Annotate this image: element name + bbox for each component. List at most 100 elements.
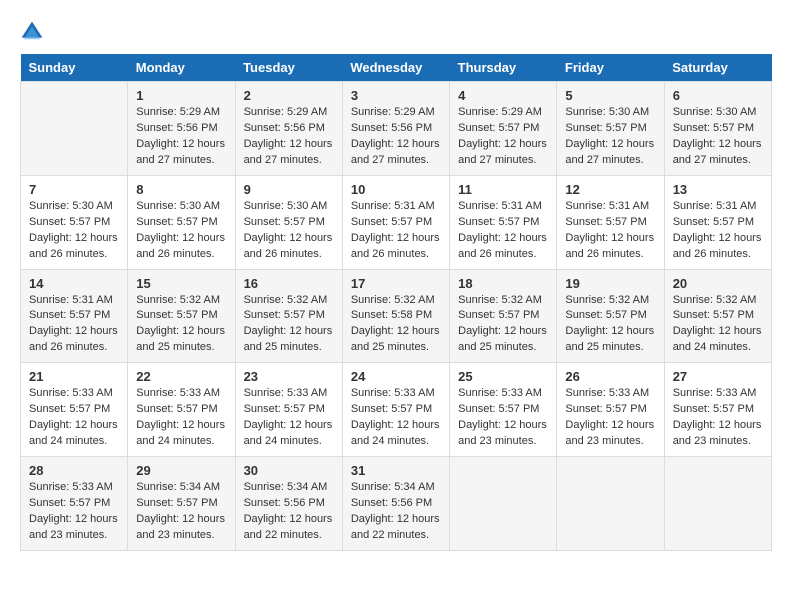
day-number: 4 bbox=[458, 88, 548, 103]
day-number: 15 bbox=[136, 276, 226, 291]
day-content: Sunrise: 5:34 AM Sunset: 5:57 PM Dayligh… bbox=[136, 480, 226, 544]
day-content: Sunrise: 5:33 AM Sunset: 5:57 PM Dayligh… bbox=[565, 386, 655, 450]
day-content: Sunrise: 5:33 AM Sunset: 5:57 PM Dayligh… bbox=[29, 480, 119, 544]
header-cell-wednesday: Wednesday bbox=[342, 54, 449, 82]
day-content: Sunrise: 5:30 AM Sunset: 5:57 PM Dayligh… bbox=[565, 105, 655, 169]
day-content: Sunrise: 5:31 AM Sunset: 5:57 PM Dayligh… bbox=[458, 199, 548, 263]
day-content: Sunrise: 5:32 AM Sunset: 5:57 PM Dayligh… bbox=[136, 293, 226, 357]
day-cell: 25 Sunrise: 5:33 AM Sunset: 5:57 PM Dayli… bbox=[450, 363, 557, 457]
day-content: Sunrise: 5:33 AM Sunset: 5:57 PM Dayligh… bbox=[351, 386, 441, 450]
day-content: Sunrise: 5:31 AM Sunset: 5:57 PM Dayligh… bbox=[673, 199, 763, 263]
day-cell: 19 Sunrise: 5:32 AM Sunset: 5:57 PM Dayli… bbox=[557, 269, 664, 363]
day-content: Sunrise: 5:29 AM Sunset: 5:56 PM Dayligh… bbox=[351, 105, 441, 169]
day-number: 12 bbox=[565, 182, 655, 197]
day-content: Sunrise: 5:30 AM Sunset: 5:57 PM Dayligh… bbox=[673, 105, 763, 169]
header-row: SundayMondayTuesdayWednesdayThursdayFrid… bbox=[21, 54, 772, 82]
day-number: 24 bbox=[351, 369, 441, 384]
day-content: Sunrise: 5:32 AM Sunset: 5:58 PM Dayligh… bbox=[351, 293, 441, 357]
day-cell: 5 Sunrise: 5:30 AM Sunset: 5:57 PM Daylig… bbox=[557, 82, 664, 176]
day-content: Sunrise: 5:29 AM Sunset: 5:56 PM Dayligh… bbox=[244, 105, 334, 169]
week-row: 28 Sunrise: 5:33 AM Sunset: 5:57 PM Dayli… bbox=[21, 457, 772, 551]
day-cell: 8 Sunrise: 5:30 AM Sunset: 5:57 PM Daylig… bbox=[128, 175, 235, 269]
day-number: 22 bbox=[136, 369, 226, 384]
day-cell: 9 Sunrise: 5:30 AM Sunset: 5:57 PM Daylig… bbox=[235, 175, 342, 269]
day-cell: 2 Sunrise: 5:29 AM Sunset: 5:56 PM Daylig… bbox=[235, 82, 342, 176]
day-cell: 27 Sunrise: 5:33 AM Sunset: 5:57 PM Dayli… bbox=[664, 363, 771, 457]
header-cell-saturday: Saturday bbox=[664, 54, 771, 82]
day-cell: 10Sunrise: 5:31 AM Sunset: 5:57 PM Dayli… bbox=[342, 175, 449, 269]
day-number: 3 bbox=[351, 88, 441, 103]
day-cell: 28 Sunrise: 5:33 AM Sunset: 5:57 PM Dayli… bbox=[21, 457, 128, 551]
day-number: 11 bbox=[458, 182, 548, 197]
week-row: 21 Sunrise: 5:33 AM Sunset: 5:57 PM Dayli… bbox=[21, 363, 772, 457]
day-cell: 17 Sunrise: 5:32 AM Sunset: 5:58 PM Dayli… bbox=[342, 269, 449, 363]
day-content: Sunrise: 5:32 AM Sunset: 5:57 PM Dayligh… bbox=[458, 293, 548, 357]
day-cell bbox=[664, 457, 771, 551]
week-row: 7Sunrise: 5:30 AM Sunset: 5:57 PM Daylig… bbox=[21, 175, 772, 269]
day-number: 19 bbox=[565, 276, 655, 291]
day-content: Sunrise: 5:34 AM Sunset: 5:56 PM Dayligh… bbox=[351, 480, 441, 544]
day-number: 29 bbox=[136, 463, 226, 478]
day-number: 21 bbox=[29, 369, 119, 384]
week-row: 14 Sunrise: 5:31 AM Sunset: 5:57 PM Dayli… bbox=[21, 269, 772, 363]
day-content: Sunrise: 5:33 AM Sunset: 5:57 PM Dayligh… bbox=[244, 386, 334, 450]
day-cell: 23 Sunrise: 5:33 AM Sunset: 5:57 PM Dayli… bbox=[235, 363, 342, 457]
day-number: 28 bbox=[29, 463, 119, 478]
day-content: Sunrise: 5:30 AM Sunset: 5:57 PM Dayligh… bbox=[29, 199, 119, 263]
day-cell: 14 Sunrise: 5:31 AM Sunset: 5:57 PM Dayli… bbox=[21, 269, 128, 363]
logo bbox=[20, 20, 48, 44]
day-number: 14 bbox=[29, 276, 119, 291]
day-cell: 18Sunrise: 5:32 AM Sunset: 5:57 PM Dayli… bbox=[450, 269, 557, 363]
day-number: 6 bbox=[673, 88, 763, 103]
day-content: Sunrise: 5:33 AM Sunset: 5:57 PM Dayligh… bbox=[673, 386, 763, 450]
day-number: 5 bbox=[565, 88, 655, 103]
day-cell: 12Sunrise: 5:31 AM Sunset: 5:57 PM Dayli… bbox=[557, 175, 664, 269]
day-number: 8 bbox=[136, 182, 226, 197]
day-content: Sunrise: 5:33 AM Sunset: 5:57 PM Dayligh… bbox=[29, 386, 119, 450]
day-content: Sunrise: 5:32 AM Sunset: 5:57 PM Dayligh… bbox=[673, 293, 763, 357]
day-cell: 26Sunrise: 5:33 AM Sunset: 5:57 PM Dayli… bbox=[557, 363, 664, 457]
day-cell: 6 Sunrise: 5:30 AM Sunset: 5:57 PM Daylig… bbox=[664, 82, 771, 176]
day-content: Sunrise: 5:34 AM Sunset: 5:56 PM Dayligh… bbox=[244, 480, 334, 544]
day-content: Sunrise: 5:32 AM Sunset: 5:57 PM Dayligh… bbox=[565, 293, 655, 357]
logo-icon bbox=[20, 20, 44, 44]
header bbox=[20, 20, 772, 44]
day-content: Sunrise: 5:30 AM Sunset: 5:57 PM Dayligh… bbox=[244, 199, 334, 263]
calendar-table: SundayMondayTuesdayWednesdayThursdayFrid… bbox=[20, 54, 772, 551]
day-cell: 11 Sunrise: 5:31 AM Sunset: 5:57 PM Dayli… bbox=[450, 175, 557, 269]
day-content: Sunrise: 5:33 AM Sunset: 5:57 PM Dayligh… bbox=[458, 386, 548, 450]
header-cell-tuesday: Tuesday bbox=[235, 54, 342, 82]
header-cell-thursday: Thursday bbox=[450, 54, 557, 82]
day-content: Sunrise: 5:31 AM Sunset: 5:57 PM Dayligh… bbox=[29, 293, 119, 357]
day-cell: 3 Sunrise: 5:29 AM Sunset: 5:56 PM Daylig… bbox=[342, 82, 449, 176]
day-number: 30 bbox=[244, 463, 334, 478]
day-content: Sunrise: 5:31 AM Sunset: 5:57 PM Dayligh… bbox=[351, 199, 441, 263]
day-content: Sunrise: 5:30 AM Sunset: 5:57 PM Dayligh… bbox=[136, 199, 226, 263]
day-number: 27 bbox=[673, 369, 763, 384]
day-cell: 31Sunrise: 5:34 AM Sunset: 5:56 PM Dayli… bbox=[342, 457, 449, 551]
day-number: 9 bbox=[244, 182, 334, 197]
header-cell-sunday: Sunday bbox=[21, 54, 128, 82]
day-cell: 20 Sunrise: 5:32 AM Sunset: 5:57 PM Dayli… bbox=[664, 269, 771, 363]
day-number: 16 bbox=[244, 276, 334, 291]
day-cell: 21 Sunrise: 5:33 AM Sunset: 5:57 PM Dayli… bbox=[21, 363, 128, 457]
header-cell-friday: Friday bbox=[557, 54, 664, 82]
day-content: Sunrise: 5:33 AM Sunset: 5:57 PM Dayligh… bbox=[136, 386, 226, 450]
day-number: 13 bbox=[673, 182, 763, 197]
day-cell: 4Sunrise: 5:29 AM Sunset: 5:57 PM Daylig… bbox=[450, 82, 557, 176]
day-cell: 15 Sunrise: 5:32 AM Sunset: 5:57 PM Dayli… bbox=[128, 269, 235, 363]
day-number: 20 bbox=[673, 276, 763, 291]
day-number: 2 bbox=[244, 88, 334, 103]
day-content: Sunrise: 5:29 AM Sunset: 5:56 PM Dayligh… bbox=[136, 105, 226, 169]
day-cell bbox=[557, 457, 664, 551]
day-number: 25 bbox=[458, 369, 548, 384]
day-cell: 13 Sunrise: 5:31 AM Sunset: 5:57 PM Dayli… bbox=[664, 175, 771, 269]
day-cell: 1 Sunrise: 5:29 AM Sunset: 5:56 PM Daylig… bbox=[128, 82, 235, 176]
day-cell bbox=[21, 82, 128, 176]
day-number: 17 bbox=[351, 276, 441, 291]
day-cell: 24 Sunrise: 5:33 AM Sunset: 5:57 PM Dayli… bbox=[342, 363, 449, 457]
day-content: Sunrise: 5:32 AM Sunset: 5:57 PM Dayligh… bbox=[244, 293, 334, 357]
day-number: 23 bbox=[244, 369, 334, 384]
day-cell: 16 Sunrise: 5:32 AM Sunset: 5:57 PM Dayli… bbox=[235, 269, 342, 363]
day-number: 1 bbox=[136, 88, 226, 103]
